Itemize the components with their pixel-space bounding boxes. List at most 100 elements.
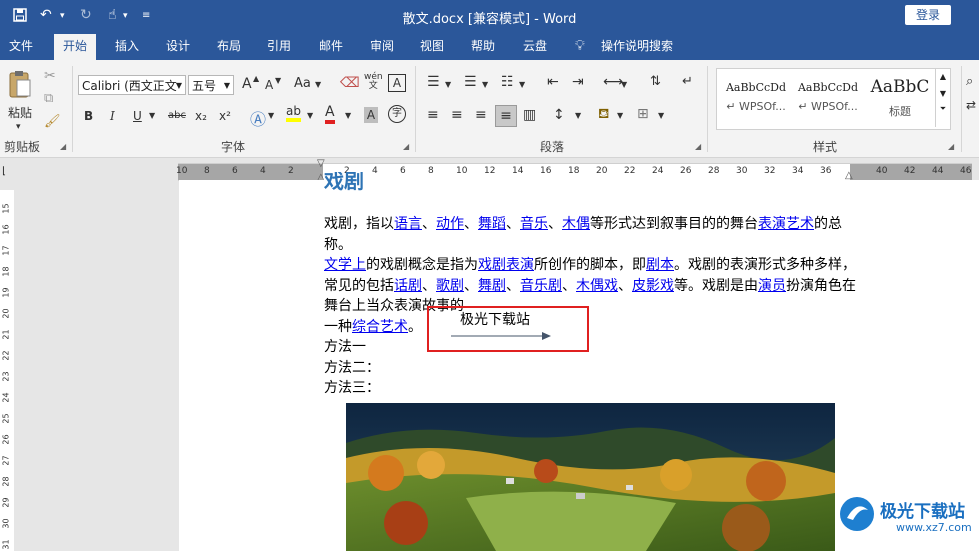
paragraph-4[interactable]: 舞台上当众表演故事的 (324, 296, 864, 317)
justify-icon[interactable]: ≡ (495, 105, 517, 127)
chevron-down-icon[interactable]: ▼ (307, 111, 313, 120)
enclose-char-button[interactable]: 字 (388, 105, 406, 123)
numbering-icon[interactable]: ☰ (464, 74, 477, 90)
font-size-select[interactable]: 五号 ▼ (188, 75, 234, 95)
landscape-image[interactable] (346, 403, 835, 551)
shrink-font-button[interactable]: A (265, 78, 273, 92)
method-2[interactable]: 方法二： (324, 358, 864, 379)
hyperlink[interactable]: 戏剧表演 (478, 257, 534, 273)
strikethrough-button[interactable]: abc (168, 110, 186, 121)
replace-icon[interactable]: ⇄ (966, 98, 976, 112)
hyperlink[interactable]: 剧本 (646, 257, 674, 273)
paragraph-3[interactable]: 常见的包括话剧、歌剧、舞剧、音乐剧、木偶戏、皮影戏等。戏剧是由演员扮演角色在 (324, 276, 864, 297)
chevron-down-icon[interactable]: ▼ (315, 80, 321, 89)
chevron-down-icon[interactable]: ▼ (617, 111, 623, 120)
bullets-icon[interactable]: ☰ (427, 74, 440, 90)
clipboard-launcher-icon[interactable]: ◢ (60, 142, 66, 151)
cut-icon[interactable]: ✂ (44, 68, 56, 84)
hyperlink[interactable]: 皮影戏 (632, 278, 674, 294)
align-center-icon[interactable]: ≡ (451, 107, 463, 123)
style-item[interactable]: AaBbC 标题 (865, 69, 935, 127)
vertical-ruler[interactable]: 15 16 17 18 19 20 21 22 23 24 25 26 27 28 29 30 31 (0, 190, 14, 551)
hyperlink[interactable]: 话剧 (394, 278, 422, 294)
highlight-color-icon[interactable]: ab (286, 104, 301, 122)
chevron-down-icon[interactable]: ▼ (149, 111, 155, 120)
chevron-down-icon[interactable]: ▼ (445, 80, 451, 89)
hyperlink[interactable]: 音乐 (520, 216, 548, 232)
tab-references[interactable]: 引用 (258, 34, 300, 60)
chevron-down-icon[interactable]: ▼ (268, 111, 274, 120)
method-1[interactable]: 方法一 (324, 337, 864, 358)
tab-layout[interactable]: 布局 (208, 34, 250, 60)
hyperlink[interactable]: 木偶戏 (576, 278, 618, 294)
method-3[interactable]: 方法三： (324, 378, 864, 399)
font-color-icon[interactable]: A (325, 104, 335, 124)
first-line-indent-icon[interactable]: ▽ (317, 158, 325, 169)
align-right-icon[interactable]: ≡ (475, 107, 487, 123)
chevron-down-icon[interactable]: ▼ (519, 80, 525, 89)
doc-heading[interactable]: 戏剧 (324, 172, 864, 198)
font-launcher-icon[interactable]: ◢ (403, 142, 409, 151)
align-left-icon[interactable]: ≡ (427, 107, 439, 123)
paragraph-1[interactable]: 戏剧，指以语言、动作、舞蹈、音乐、木偶等形式达到叙事目的的舞台表演艺术的总称。 (324, 214, 864, 255)
underline-button[interactable]: U (133, 109, 142, 123)
hyperlink[interactable]: 舞剧 (478, 278, 506, 294)
scroll-down-icon[interactable]: ▼ (936, 89, 950, 98)
style-item[interactable]: AaBbCcDd ↵ WPSOf... (793, 69, 863, 127)
show-marks-icon[interactable]: ↵ (682, 74, 693, 89)
superscript-button[interactable]: x² (219, 109, 231, 123)
font-name-select[interactable]: Calibri (西文正文 ▼ (78, 75, 186, 95)
hyperlink[interactable]: 歌剧 (436, 278, 464, 294)
bold-button[interactable]: B (84, 109, 93, 123)
copy-icon[interactable]: ⧉ (44, 91, 53, 106)
char-shading-icon[interactable]: A (364, 107, 378, 123)
find-icon[interactable]: ⌕ (966, 74, 973, 89)
text-effects-icon[interactable]: Ⓐ (250, 106, 266, 130)
sort-icon[interactable]: ⇅ (650, 74, 661, 89)
chevron-down-icon[interactable]: ▼ (621, 80, 627, 89)
tab-file[interactable]: 文件 (0, 34, 42, 60)
style-item[interactable]: AaBbCcDd ↵ WPSOf... (721, 69, 791, 127)
hyperlink[interactable]: 表演艺术 (758, 216, 814, 232)
multilevel-list-icon[interactable]: ☷ (501, 74, 514, 90)
clear-format-icon[interactable]: ⌫ (340, 75, 360, 91)
increase-indent-icon[interactable]: ⇥ (572, 74, 584, 90)
paragraph-2[interactable]: 文学上的戏剧概念是指为戏剧表演所创作的脚本，即剧本。戏剧的表演形式多种多样， (324, 255, 864, 276)
tab-view[interactable]: 视图 (411, 34, 453, 60)
change-case-button[interactable]: Aa (294, 76, 311, 91)
tab-mailings[interactable]: 邮件 (310, 34, 352, 60)
paragraph-launcher-icon[interactable]: ◢ (695, 142, 701, 151)
hyperlink[interactable]: 木偶 (562, 216, 590, 232)
decrease-indent-icon[interactable]: ⇤ (547, 74, 559, 90)
paste-label[interactable]: 粘贴 (8, 104, 32, 121)
tab-review[interactable]: 审阅 (361, 34, 403, 60)
tab-stop-selector-icon[interactable]: ⌊ (2, 166, 6, 177)
format-painter-icon[interactable]: 🖌︎ (44, 114, 61, 129)
document-body[interactable]: 戏剧 戏剧，指以语言、动作、舞蹈、音乐、木偶等形式达到叙事目的的舞台表演艺术的总… (324, 172, 864, 399)
char-border-icon[interactable]: A (388, 74, 406, 92)
hyperlink[interactable]: 音乐剧 (520, 278, 562, 294)
phonetic-guide-button[interactable]: wén 文 (364, 73, 383, 91)
chevron-down-icon[interactable]: ▼ (658, 111, 664, 120)
paste-icon[interactable] (8, 70, 32, 103)
italic-button[interactable]: I (110, 109, 115, 123)
tell-me-search[interactable]: 操作说明搜索 (592, 34, 682, 60)
tab-cloud[interactable]: 云盘 (514, 34, 556, 60)
tab-insert[interactable]: 插入 (106, 34, 148, 60)
grow-font-button[interactable]: A (242, 76, 252, 92)
styles-launcher-icon[interactable]: ◢ (948, 142, 954, 151)
line-spacing-icon[interactable]: ↕ (553, 107, 565, 123)
tab-design[interactable]: 设计 (157, 34, 199, 60)
paragraph-5[interactable]: 一种综合艺术。 (324, 317, 864, 338)
scroll-up-icon[interactable]: ▲ (936, 72, 950, 81)
hyperlink[interactable]: 综合艺术 (352, 319, 408, 335)
distributed-icon[interactable]: ▥ (523, 107, 536, 123)
hyperlink[interactable]: 演员 (758, 278, 786, 294)
chevron-down-icon[interactable]: ▼ (345, 111, 351, 120)
hyperlink[interactable]: 语言 (394, 216, 422, 232)
paste-dropdown-icon[interactable]: ▾ (16, 122, 21, 132)
tab-help[interactable]: 帮助 (462, 34, 504, 60)
chevron-down-icon[interactable]: ▼ (575, 111, 581, 120)
chevron-down-icon[interactable]: ▼ (482, 80, 488, 89)
hyperlink[interactable]: 动作 (436, 216, 464, 232)
